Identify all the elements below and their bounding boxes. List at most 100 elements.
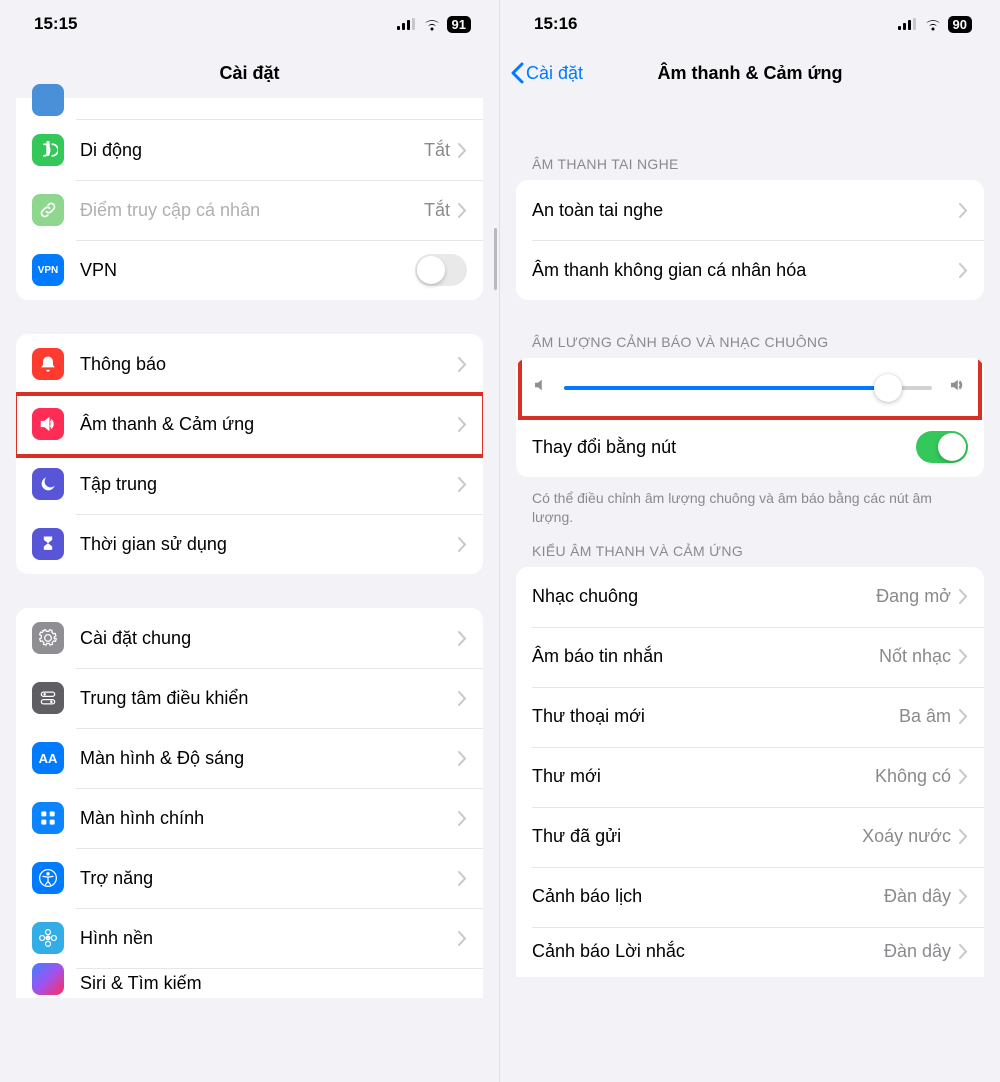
- chevron-right-icon: [458, 203, 467, 218]
- row-value: Ba âm: [899, 706, 951, 727]
- wifi-icon: [924, 18, 942, 31]
- settings-group-general: Cài đặt chung Trung tâm điều khiển AA Mà…: [16, 608, 483, 998]
- row-label: Trợ năng: [80, 868, 458, 889]
- row-value: Tắt: [424, 140, 450, 161]
- row-label: Thông báo: [80, 354, 458, 375]
- nav-header: Cài đặt: [0, 48, 499, 98]
- status-icons: 90: [898, 16, 972, 33]
- row-reminder-alert[interactable]: Cảnh báo Lời nhắc Đàn dây: [516, 927, 984, 977]
- chevron-right-icon: [959, 829, 968, 844]
- settings-sounds-pane: 15:16 90 Cài đặt Âm thanh & Cảm ứng ÂM T…: [500, 0, 1000, 1082]
- section-header: ÂM LƯỢNG CẢNH BÁO VÀ NHẠC CHUÔNG: [500, 334, 1000, 358]
- siri-icon: [32, 963, 64, 995]
- row-ringtone[interactable]: Nhạc chuông Đang mở: [516, 567, 984, 627]
- wifi-icon: [423, 18, 441, 31]
- row-value: Xoáy nước: [862, 826, 951, 847]
- row-label: Màn hình & Độ sáng: [80, 748, 458, 769]
- nav-header: Cài đặt Âm thanh & Cảm ứng: [500, 48, 1000, 98]
- chevron-right-icon: [458, 417, 467, 432]
- row-label: Điểm truy cập cá nhân: [80, 200, 424, 221]
- section-sound-patterns: Nhạc chuông Đang mở Âm báo tin nhắn Nốt …: [516, 567, 984, 977]
- chevron-right-icon: [959, 769, 968, 784]
- status-bar: 15:15 91: [0, 0, 499, 48]
- row-general[interactable]: Cài đặt chung: [16, 608, 483, 668]
- row-focus[interactable]: Tập trung: [16, 454, 483, 514]
- section-header: KIỂU ÂM THANH VÀ CẢM ỨNG: [500, 543, 1000, 567]
- settings-group-notifications: Thông báo Âm thanh & Cảm ứng Tập trung T…: [16, 334, 483, 574]
- chevron-right-icon: [458, 811, 467, 826]
- row-hotspot[interactable]: Điểm truy cập cá nhân Tắt: [16, 180, 483, 240]
- status-time: 15:15: [34, 14, 77, 34]
- vpn-toggle[interactable]: [415, 254, 467, 286]
- antenna-icon: [32, 134, 64, 166]
- moon-icon: [32, 468, 64, 500]
- back-label: Cài đặt: [526, 63, 583, 84]
- row-vpn[interactable]: VPN VPN: [16, 240, 483, 300]
- row-spatial-audio[interactable]: Âm thanh không gian cá nhân hóa: [516, 240, 984, 300]
- row-display[interactable]: AA Màn hình & Độ sáng: [16, 728, 483, 788]
- row-new-voicemail[interactable]: Thư thoại mới Ba âm: [516, 687, 984, 747]
- row-value: Không có: [875, 766, 951, 787]
- row-wallpaper[interactable]: Hình nền: [16, 908, 483, 968]
- row-label: VPN: [80, 260, 415, 281]
- row-label: Tập trung: [80, 474, 458, 495]
- row-home-screen[interactable]: Màn hình chính: [16, 788, 483, 848]
- change-buttons-toggle[interactable]: [916, 431, 968, 463]
- volume-slider[interactable]: [564, 386, 932, 390]
- row-siri[interactable]: Siri & Tìm kiếm: [16, 968, 483, 998]
- row-accessibility[interactable]: Trợ năng: [16, 848, 483, 908]
- row-notifications[interactable]: Thông báo: [16, 334, 483, 394]
- status-time: 15:16: [534, 14, 577, 34]
- battery-badge: 90: [948, 16, 972, 33]
- row-value: Đàn dây: [884, 941, 951, 962]
- row-value: Đàn dây: [884, 886, 951, 907]
- switches-icon: [32, 682, 64, 714]
- row-calendar-alert[interactable]: Cảnh báo lịch Đàn dây: [516, 867, 984, 927]
- row-value: Đang mở: [876, 586, 951, 607]
- flower-icon: [32, 922, 64, 954]
- row-cellular[interactable]: Di động Tắt: [16, 120, 483, 180]
- row-value: Tắt: [424, 200, 450, 221]
- row-headphone-safety[interactable]: An toàn tai nghe: [516, 180, 984, 240]
- chevron-right-icon: [959, 589, 968, 604]
- row-label: Thay đổi bằng nút: [532, 437, 916, 458]
- chevron-right-icon: [458, 357, 467, 372]
- back-button[interactable]: Cài đặt: [510, 62, 583, 84]
- row-sent-mail[interactable]: Thư đã gửi Xoáy nước: [516, 807, 984, 867]
- battery-badge: 91: [447, 16, 471, 33]
- row-label: Trung tâm điều khiển: [80, 688, 458, 709]
- signal-icon: [898, 18, 918, 30]
- row-screentime[interactable]: Thời gian sử dụng: [16, 514, 483, 574]
- accessibility-icon: [32, 862, 64, 894]
- chevron-right-icon: [959, 649, 968, 664]
- chevron-right-icon: [458, 143, 467, 158]
- speaker-icon: [32, 408, 64, 440]
- row-label: Di động: [80, 140, 424, 161]
- row-text-tone[interactable]: Âm báo tin nhắn Nốt nhạc: [516, 627, 984, 687]
- row-value: Nốt nhạc: [879, 646, 951, 667]
- row-change-with-buttons[interactable]: Thay đổi bằng nút: [516, 417, 984, 477]
- row-label: Cảnh báo Lời nhắc: [532, 941, 884, 962]
- chevron-right-icon: [959, 889, 968, 904]
- row-label: Âm báo tin nhắn: [532, 646, 879, 667]
- status-bar: 15:16 90: [500, 0, 1000, 48]
- row-label: Hình nền: [80, 928, 458, 949]
- chevron-right-icon: [458, 751, 467, 766]
- vpn-icon: VPN: [32, 254, 64, 286]
- page-title: Cài đặt: [219, 63, 279, 84]
- row-new-mail[interactable]: Thư mới Không có: [516, 747, 984, 807]
- row-label: Thư mới: [532, 766, 875, 787]
- row-label: Âm thanh không gian cá nhân hóa: [532, 260, 959, 281]
- row-label: An toàn tai nghe: [532, 200, 959, 221]
- chevron-right-icon: [458, 871, 467, 886]
- scrollbar[interactable]: [494, 228, 497, 290]
- link-icon: [32, 194, 64, 226]
- status-icons: 91: [397, 16, 471, 33]
- section-note: Có thể điều chỉnh âm lượng chuông và âm …: [500, 483, 1000, 547]
- row-control-center[interactable]: Trung tâm điều khiển: [16, 668, 483, 728]
- chevron-right-icon: [959, 263, 968, 278]
- hourglass-icon: [32, 528, 64, 560]
- row-sounds[interactable]: Âm thanh & Cảm ứng: [16, 394, 483, 454]
- row-label: Âm thanh & Cảm ứng: [80, 414, 458, 435]
- chevron-right-icon: [959, 203, 968, 218]
